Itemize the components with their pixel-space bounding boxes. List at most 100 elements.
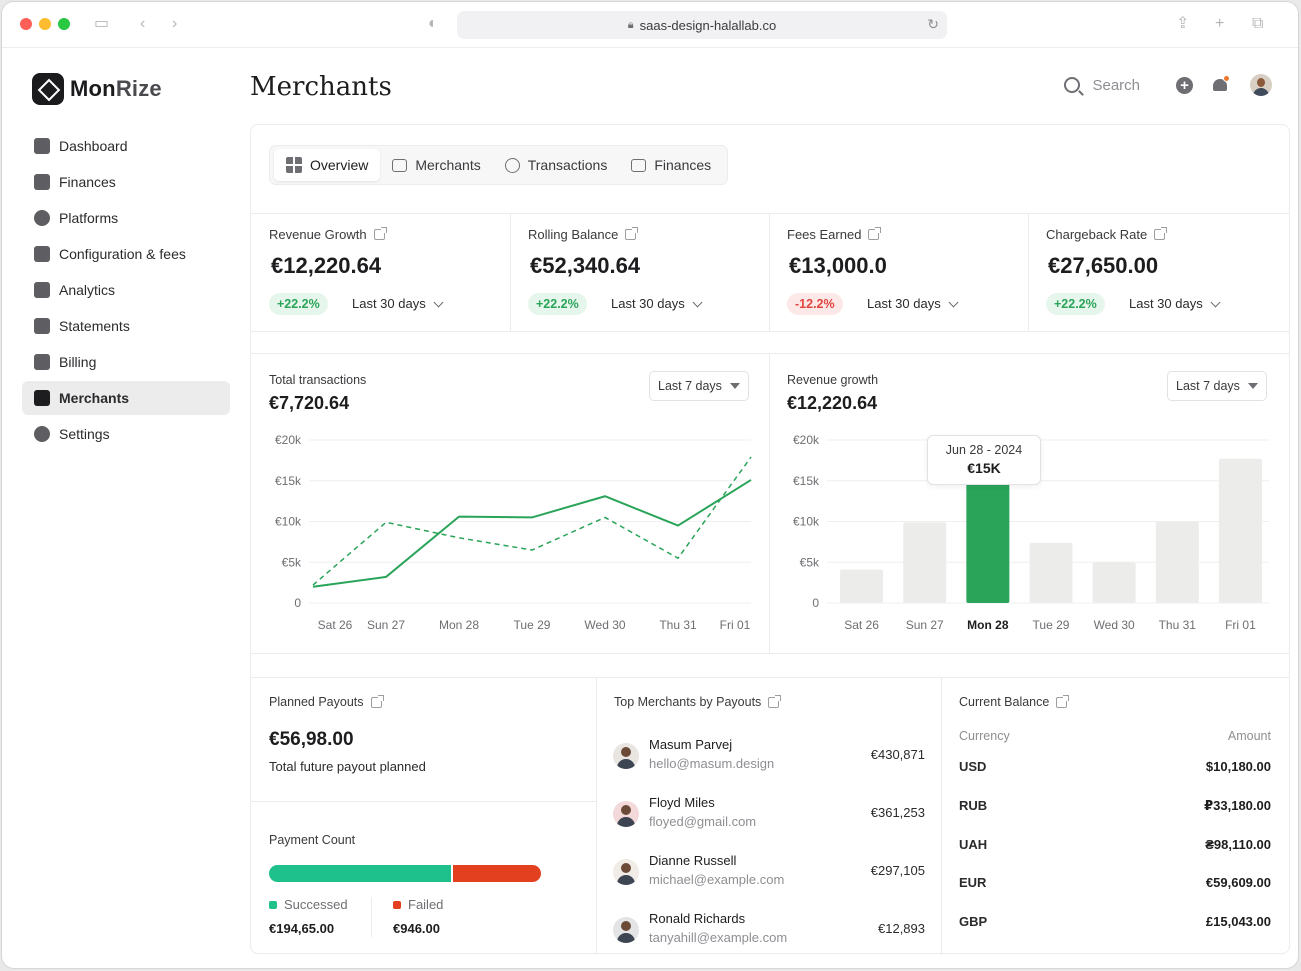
sidebar-item-configuration[interactable]: Configuration & fees — [22, 237, 230, 271]
tab-transactions[interactable]: Transactions — [493, 149, 620, 181]
coin-icon — [504, 157, 520, 173]
x-tick-label: Sat 26 — [844, 618, 879, 632]
overview-icon — [286, 157, 302, 173]
merchant-amount: €12,893 — [878, 921, 925, 936]
brand-logo[interactable]: MonRize — [32, 73, 162, 105]
sidebar-item-billing[interactable]: Billing — [22, 345, 230, 379]
period-select[interactable]: Last 30 days — [611, 293, 703, 315]
legend-failed: Failed — [393, 897, 443, 912]
stat-label: Chargeback Rate — [1046, 227, 1168, 242]
success-segment — [269, 865, 452, 882]
balance-row: USD $10,180.00 — [959, 759, 1271, 779]
legend-success: Successed — [269, 897, 348, 912]
sidebar-item-settings[interactable]: Settings — [22, 417, 230, 451]
transactions-chart-panel: 0 €5k €10k €15k €20k Sat 26 Sun 27 Mon 28 Tue 29… — [251, 355, 769, 653]
change-badge: +22.2% — [1046, 293, 1105, 315]
stat-label: Revenue Growth — [269, 227, 387, 242]
sidebar-item-platforms[interactable]: Platforms — [22, 201, 230, 235]
search-button[interactable]: Search — [1064, 77, 1140, 94]
url-text: saas-design-halallab.co — [639, 17, 777, 33]
add-icon[interactable]: + — [1176, 76, 1193, 94]
balance-row: GBP £15,043.00 — [959, 914, 1271, 934]
period-select[interactable]: Last 30 days — [352, 293, 444, 315]
y-tick-label: €5k — [800, 555, 820, 569]
browser-toolbar: ▭ ‹ › ◐ 🔒︎ saas-design-halallab.co ↻ ⇪ +… — [2, 2, 1298, 48]
reload-icon[interactable]: ↻ — [927, 16, 939, 33]
period-select[interactable]: Last 30 days — [1129, 293, 1221, 315]
sidebar-item-label: Configuration & fees — [59, 246, 186, 262]
maximize-window-button[interactable] — [58, 18, 70, 30]
avatar — [613, 743, 639, 769]
chevron-down-icon — [692, 297, 703, 307]
tooltip-date: Jun 28 - 2024 — [945, 443, 1023, 457]
header-tools: Search + — [1064, 74, 1272, 96]
sidebar-item-statements[interactable]: Statements — [22, 309, 230, 343]
bell-icon[interactable] — [1212, 75, 1230, 93]
section-title: Payment Count — [269, 833, 356, 847]
tab-overview-icon[interactable]: ⧉ — [1252, 14, 1263, 34]
tab-overview[interactable]: Overview — [274, 149, 381, 181]
y-tick-label: €15k — [793, 474, 820, 488]
avatar — [613, 859, 639, 885]
sidebar-item-dashboard[interactable]: Dashboard — [22, 129, 230, 163]
currency-amount: £15,043.00 — [1205, 914, 1271, 929]
external-link-icon[interactable] — [1056, 694, 1070, 708]
divider — [251, 653, 1289, 654]
minimize-window-button[interactable] — [39, 18, 51, 30]
currency-amount: €59,609.00 — [1205, 875, 1271, 890]
tab-finances[interactable]: Finances — [619, 149, 723, 181]
avatar — [613, 801, 639, 827]
sidebar-item-label: Settings — [59, 426, 110, 442]
balance-row: EUR €59,609.00 — [959, 875, 1271, 895]
y-tick-label: €10k — [793, 515, 820, 529]
external-link-icon[interactable] — [625, 227, 639, 240]
merchant-row[interactable]: Floyd Miles floyed@gmail.com €361,253 — [613, 795, 925, 835]
privacy-shield-icon[interactable]: ◐ — [428, 14, 438, 34]
close-window-button[interactable] — [20, 18, 32, 30]
merchant-row[interactable]: Masum Parvej hello@masum.design €430,871 — [613, 737, 925, 777]
merchant-amount: €361,253 — [870, 805, 925, 820]
x-tick-label: Fri 01 — [1225, 618, 1256, 632]
tab-merchants[interactable]: Merchants — [380, 149, 492, 181]
sidebar-item-merchants[interactable]: Merchants — [22, 381, 230, 415]
external-link-icon[interactable] — [370, 694, 384, 708]
merchant-row[interactable]: Ronald Richards tanyahill@example.com €1… — [613, 911, 925, 951]
external-link-icon[interactable] — [373, 227, 387, 240]
chart-title: Total transactions — [269, 373, 367, 387]
y-tick-label: 0 — [812, 596, 819, 610]
section-title: Top Merchants by Payouts — [614, 694, 782, 709]
x-tick-label: Wed 30 — [1094, 618, 1135, 632]
currency-code: RUB — [959, 798, 988, 813]
forward-icon[interactable]: › — [172, 14, 177, 34]
grid-icon — [34, 246, 50, 262]
y-tick-label: €5k — [282, 555, 302, 569]
external-link-icon[interactable] — [768, 694, 782, 708]
divider — [251, 801, 596, 802]
sidebar-toggle-icon[interactable]: ▭ — [94, 14, 109, 34]
new-tab-icon[interactable]: + — [1215, 14, 1224, 34]
address-bar[interactable]: 🔒︎ saas-design-halallab.co ↻ — [457, 11, 947, 39]
globe-icon — [34, 210, 50, 226]
tab-label: Finances — [654, 157, 712, 173]
x-tick-label: Tue 29 — [514, 618, 551, 632]
gear-icon — [34, 426, 50, 442]
tab-label: Overview — [310, 157, 369, 173]
sidebar-item-finances[interactable]: Finances — [22, 165, 230, 199]
external-link-icon[interactable] — [1154, 227, 1168, 240]
period-dropdown[interactable]: Last 7 days — [1167, 371, 1267, 401]
stat-chargeback-rate: Chargeback Rate €27,650.00 +22.2% Last 3… — [1028, 213, 1286, 343]
tab-bar: Overview Merchants Transactions Finances — [269, 145, 729, 185]
sidebar-item-analytics[interactable]: Analytics — [22, 273, 230, 307]
x-tick-label: Thu 31 — [1159, 618, 1197, 632]
back-icon[interactable]: ‹ — [140, 14, 145, 34]
bar — [1092, 562, 1136, 603]
share-icon[interactable]: ⇪ — [1176, 14, 1189, 34]
merchant-row[interactable]: Dianne Russell michael@example.com €297,… — [613, 853, 925, 893]
period-dropdown[interactable]: Last 7 days — [649, 371, 749, 401]
period-select[interactable]: Last 30 days — [867, 293, 959, 315]
browser-window: ▭ ‹ › ◐ 🔒︎ saas-design-halallab.co ↻ ⇪ +… — [2, 2, 1298, 968]
avatar — [613, 917, 639, 943]
external-link-icon[interactable] — [868, 227, 882, 240]
chart-title: Revenue growth — [787, 373, 879, 387]
avatar[interactable] — [1250, 74, 1272, 96]
